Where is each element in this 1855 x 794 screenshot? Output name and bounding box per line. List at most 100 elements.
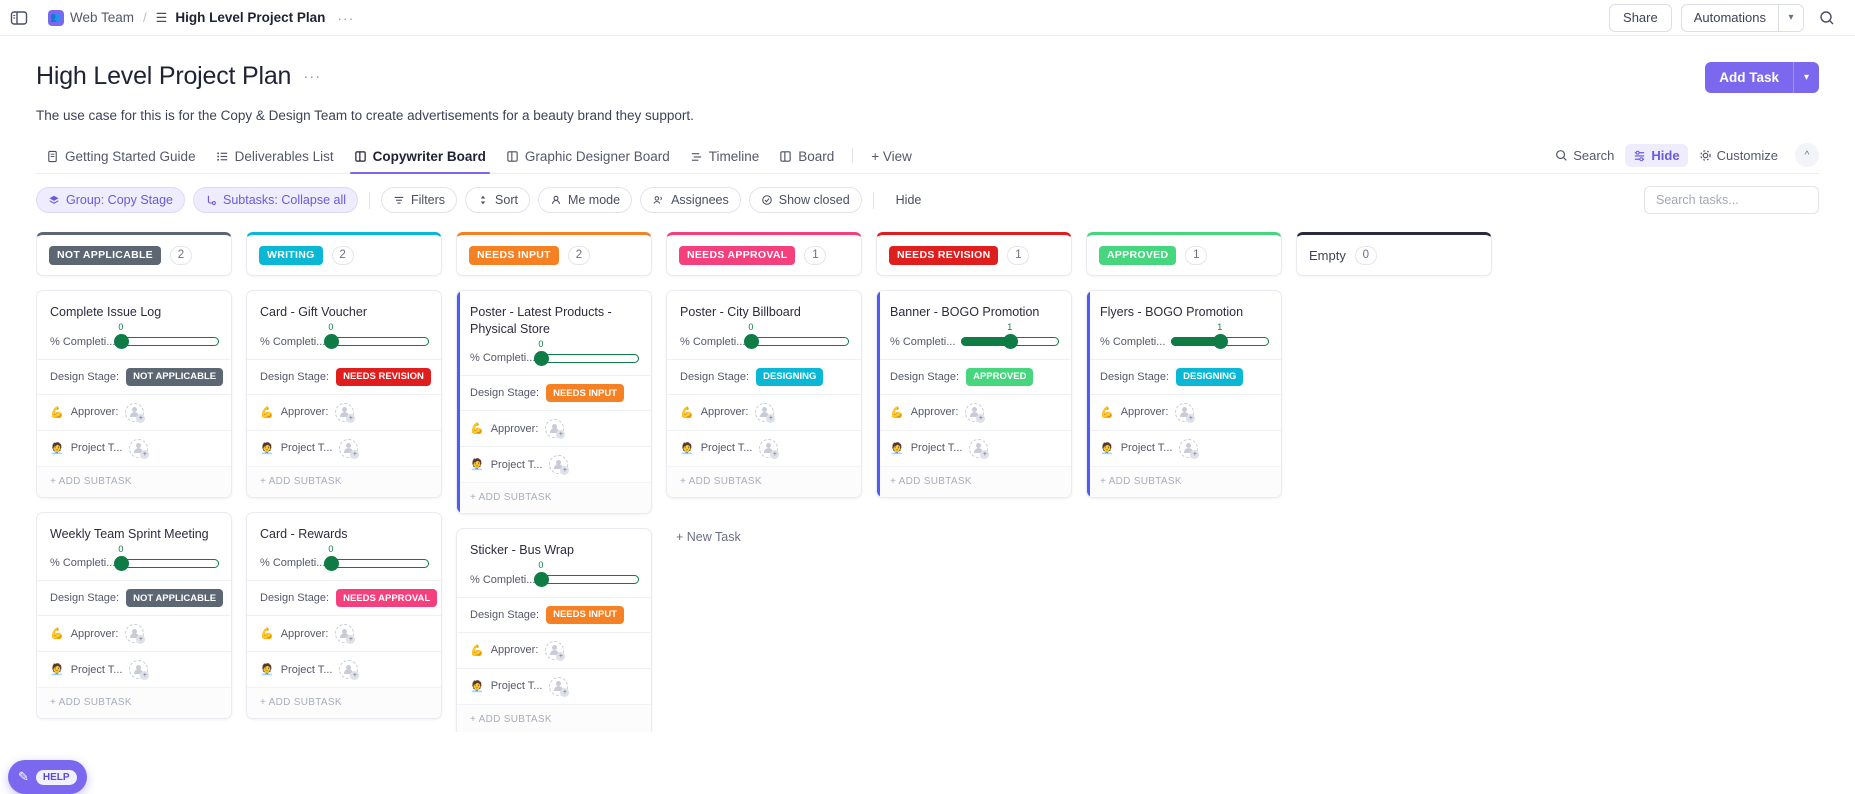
project-team-row[interactable]: 🧑‍💼Project T...+ — [37, 431, 231, 466]
approver-add-avatar-icon[interactable]: + — [755, 403, 774, 422]
design-stage-row[interactable]: Design Stage:DESIGNING — [1087, 360, 1281, 394]
percent-complete-slider[interactable]: 0 — [121, 558, 219, 569]
tab-getting-started-guide[interactable]: Getting Started Guide — [36, 149, 206, 173]
chip-assignees[interactable]: Assignees — [640, 187, 741, 213]
column-header[interactable]: WRITING2 — [246, 232, 442, 276]
add-task-button[interactable]: Add Task — [1705, 62, 1793, 93]
share-button[interactable]: Share — [1609, 4, 1672, 32]
chip-group-copy-stage[interactable]: Group: Copy Stage — [36, 187, 185, 213]
project-team-row[interactable]: 🧑‍💼Project T...+ — [667, 431, 861, 466]
column-header[interactable]: NOT APPLICABLE2 — [36, 232, 232, 276]
approver-add-avatar-icon[interactable]: + — [125, 624, 144, 643]
percent-complete-slider[interactable]: 0 — [331, 336, 429, 347]
column-header[interactable]: NEEDS APPROVAL1 — [666, 232, 862, 276]
slider-knob[interactable] — [1213, 334, 1228, 349]
approver-row[interactable]: 💪Approver:+ — [877, 395, 1071, 430]
add-subtask-button[interactable]: + ADD SUBTASK — [457, 482, 651, 513]
column-header[interactable]: NEEDS INPUT2 — [456, 232, 652, 276]
project-team-add-avatar-icon[interactable]: + — [339, 439, 358, 458]
design-stage-row[interactable]: Design Stage:APPROVED — [877, 360, 1071, 394]
design-stage-row[interactable]: Design Stage:NOT APPLICABLE — [37, 581, 231, 615]
task-card[interactable]: Poster - City Billboard% Completi...0Des… — [666, 290, 862, 498]
project-team-row[interactable]: 🧑‍💼Project T...+ — [1087, 431, 1281, 466]
collapse-header-button[interactable]: ^ — [1795, 143, 1819, 167]
project-team-row[interactable]: 🧑‍💼Project T...+ — [457, 669, 651, 704]
task-card[interactable]: Sticker - Bus Wrap% Completi...0Design S… — [456, 528, 652, 732]
project-team-add-avatar-icon[interactable]: + — [549, 455, 568, 474]
breadcrumb-team[interactable]: 👥 Web Team — [48, 10, 134, 26]
approver-row[interactable]: 💪Approver:+ — [457, 633, 651, 668]
view-search-button[interactable]: Search — [1547, 144, 1622, 167]
project-team-add-avatar-icon[interactable]: + — [759, 439, 778, 458]
project-team-row[interactable]: 🧑‍💼Project T...+ — [457, 447, 651, 482]
task-card[interactable]: Card - Gift Voucher% Completi...0Design … — [246, 290, 442, 498]
chip-filters[interactable]: Filters — [381, 187, 457, 213]
design-stage-row[interactable]: Design Stage:NEEDS INPUT — [457, 376, 651, 410]
page-title-more-icon[interactable]: ··· — [303, 68, 321, 85]
design-stage-row[interactable]: Design Stage:NOT APPLICABLE — [37, 360, 231, 394]
add-task-chevron-down-icon[interactable]: ▾ — [1793, 62, 1819, 93]
approver-row[interactable]: 💪Approver:+ — [667, 395, 861, 430]
approver-add-avatar-icon[interactable]: + — [125, 403, 144, 422]
add-subtask-button[interactable]: + ADD SUBTASK — [37, 687, 231, 718]
project-team-add-avatar-icon[interactable]: + — [339, 660, 358, 679]
chip-hide[interactable]: Hide — [885, 187, 933, 213]
tab-deliverables-list[interactable]: Deliverables List — [206, 149, 344, 173]
percent-complete-slider[interactable]: 0 — [121, 336, 219, 347]
approver-row[interactable]: 💪Approver:+ — [457, 411, 651, 446]
slider-knob[interactable] — [1003, 334, 1018, 349]
approver-row[interactable]: 💪Approver:+ — [37, 616, 231, 651]
task-card[interactable]: Weekly Team Sprint Meeting% Completi...0… — [36, 512, 232, 720]
add-subtask-button[interactable]: + ADD SUBTASK — [877, 466, 1071, 497]
add-subtask-button[interactable]: + ADD SUBTASK — [247, 466, 441, 497]
slider-knob[interactable] — [744, 334, 759, 349]
column-header[interactable]: NEEDS REVISION1 — [876, 232, 1072, 276]
approver-add-avatar-icon[interactable]: + — [965, 403, 984, 422]
task-card[interactable]: Banner - BOGO Promotion% Completi...1Des… — [876, 290, 1072, 498]
task-card[interactable]: Complete Issue Log% Completi...0Design S… — [36, 290, 232, 498]
approver-add-avatar-icon[interactable]: + — [335, 624, 354, 643]
add-subtask-button[interactable]: + ADD SUBTASK — [247, 687, 441, 718]
percent-complete-slider[interactable]: 1 — [961, 336, 1059, 347]
project-team-add-avatar-icon[interactable]: + — [129, 439, 148, 458]
project-team-row[interactable]: 🧑‍💼Project T...+ — [877, 431, 1071, 466]
project-team-add-avatar-icon[interactable]: + — [1179, 439, 1198, 458]
search-icon[interactable] — [1813, 4, 1841, 32]
tab-copywriter-board[interactable]: Copywriter Board — [344, 149, 496, 173]
design-stage-row[interactable]: Design Stage:NEEDS REVISION — [247, 360, 441, 394]
automations-button[interactable]: Automations — [1681, 4, 1778, 32]
project-team-add-avatar-icon[interactable]: + — [969, 439, 988, 458]
project-team-add-avatar-icon[interactable]: + — [549, 677, 568, 696]
design-stage-row[interactable]: Design Stage:NEEDS INPUT — [457, 598, 651, 632]
chevron-down-icon[interactable]: ▾ — [1778, 4, 1804, 32]
approver-row[interactable]: 💪Approver:+ — [247, 616, 441, 651]
sidebar-panel-icon[interactable] — [10, 10, 28, 26]
breadcrumb-current[interactable]: High Level Project Plan — [175, 10, 325, 25]
tab-board[interactable]: Board — [769, 149, 844, 173]
tab-graphic-designer-board[interactable]: Graphic Designer Board — [496, 149, 680, 173]
task-card[interactable]: Flyers - BOGO Promotion% Completi...1Des… — [1086, 290, 1282, 498]
approver-add-avatar-icon[interactable]: + — [335, 403, 354, 422]
column-header[interactable]: Empty0 — [1296, 232, 1492, 276]
tab-add-view[interactable]: + View — [861, 149, 922, 173]
percent-complete-slider[interactable]: 0 — [751, 336, 849, 347]
approver-row[interactable]: 💪Approver:+ — [37, 395, 231, 430]
help-widget[interactable]: ✎ HELP — [8, 760, 87, 794]
slider-knob[interactable] — [534, 572, 549, 587]
task-card[interactable]: Card - Rewards% Completi...0Design Stage… — [246, 512, 442, 720]
slider-knob[interactable] — [114, 556, 129, 571]
view-customize-button[interactable]: Customize — [1691, 144, 1786, 167]
design-stage-row[interactable]: Design Stage:DESIGNING — [667, 360, 861, 394]
project-team-row[interactable]: 🧑‍💼Project T...+ — [37, 652, 231, 687]
slider-knob[interactable] — [114, 334, 129, 349]
slider-knob[interactable] — [324, 334, 339, 349]
percent-complete-slider[interactable]: 0 — [541, 353, 639, 364]
search-tasks-input[interactable] — [1656, 193, 1807, 207]
chip-me-mode[interactable]: Me mode — [538, 187, 632, 213]
new-task-button[interactable]: + New Task — [666, 526, 862, 548]
approver-row[interactable]: 💪Approver:+ — [247, 395, 441, 430]
search-tasks-box[interactable] — [1644, 186, 1819, 214]
add-subtask-button[interactable]: + ADD SUBTASK — [37, 466, 231, 497]
tab-timeline[interactable]: Timeline — [680, 149, 770, 173]
percent-complete-slider[interactable]: 1 — [1171, 336, 1269, 347]
